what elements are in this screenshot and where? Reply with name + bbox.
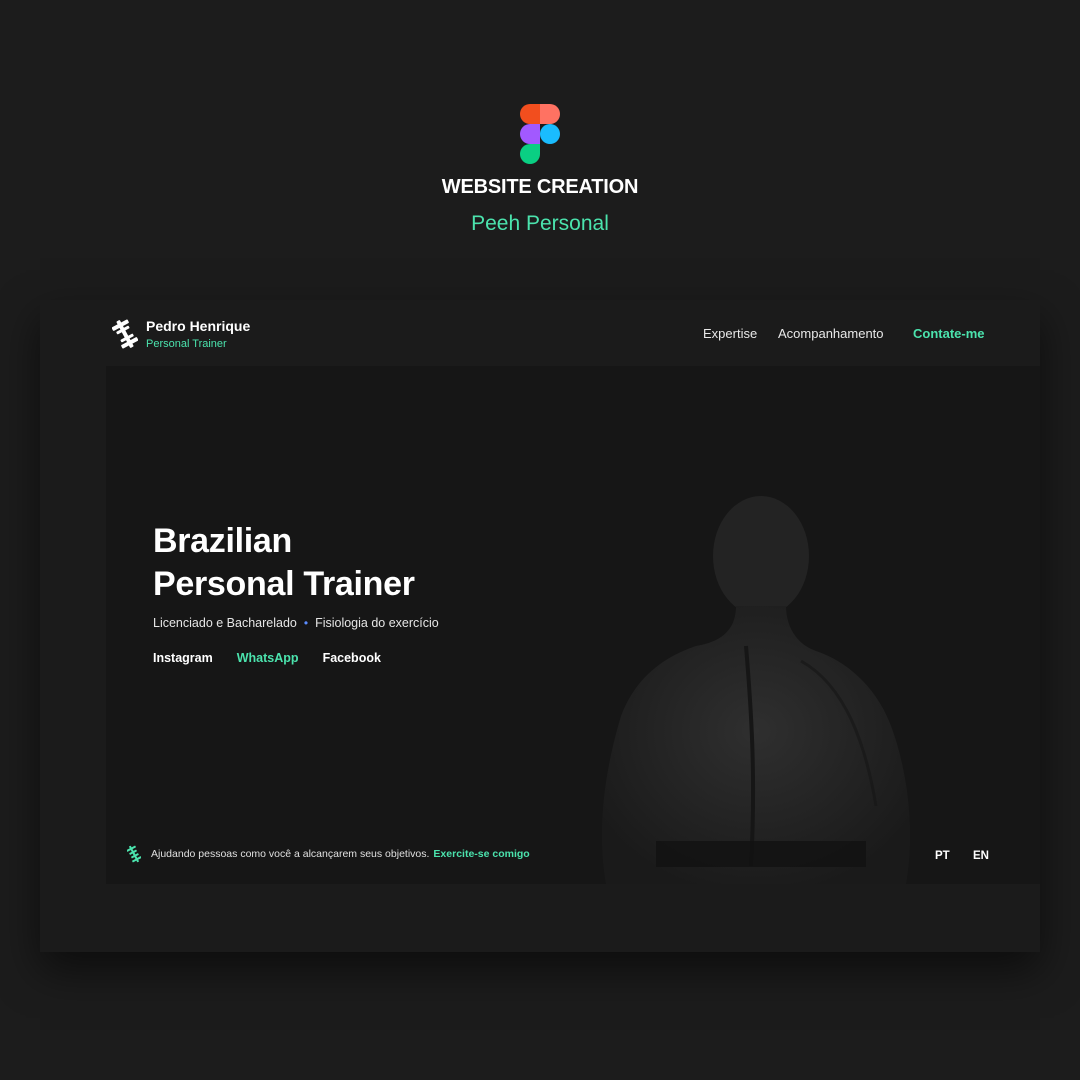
dumbbell-icon [127,845,141,863]
language-en[interactable]: EN [973,850,989,862]
facebook-link[interactable]: Facebook [323,651,381,665]
tagline-degree: Licenciado e Bacharelado [153,616,297,630]
language-pt[interactable]: PT [935,850,950,862]
case-title: WEBSITE CREATION [441,176,639,198]
hero-footer: Ajudando pessoas como você a alcançarem … [127,844,530,864]
website-mockup: Pedro Henrique Personal Trainer Expertis… [40,300,1040,952]
case-subtitle: Peeh Personal [471,212,609,235]
instagram-link[interactable]: Instagram [153,651,213,665]
hero-title-line1: Brazilian [153,522,293,560]
site-navbar: Pedro Henrique Personal Trainer Expertis… [40,300,1040,366]
hero-tagline: Licenciado e Bacharelado • Fisiologia do… [153,616,439,630]
dumbbell-icon [112,319,138,349]
footer-text: Ajudando pessoas como você a alcançarem … [151,848,430,860]
exercise-with-me-link[interactable]: Exercite-se comigo [433,848,529,860]
whatsapp-link[interactable]: WhatsApp [237,651,299,665]
hero-title: Brazilian Personal Trainer [153,520,415,606]
brand-role: Personal Trainer [146,338,227,350]
hero-section: Brazilian Personal Trainer Licenciado e … [106,366,1040,884]
figma-logo [520,104,560,164]
tagline-separator: • [303,616,309,630]
nav-acompanhamento[interactable]: Acompanhamento [778,326,884,341]
social-links: Instagram WhatsApp Facebook [153,651,381,665]
brand-name[interactable]: Pedro Henrique [146,318,250,334]
tagline-specialty: Fisiologia do exercício [315,616,439,630]
trainer-photo [601,496,911,884]
nav-expertise[interactable]: Expertise [703,326,757,341]
hero-title-line2: Personal Trainer [153,565,415,603]
nav-contact-link[interactable]: Contate-me [913,326,985,341]
